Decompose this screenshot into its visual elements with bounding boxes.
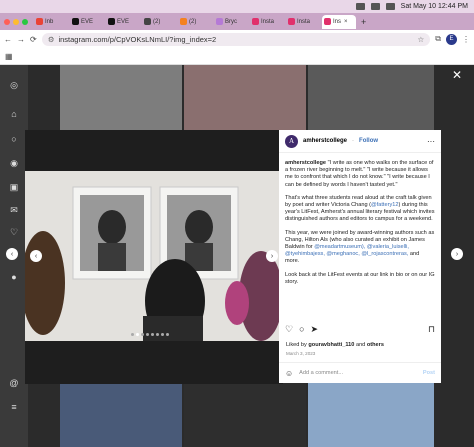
instagram-logo-icon[interactable]: ◎ <box>9 80 19 90</box>
grid-thumb[interactable] <box>60 65 182 130</box>
follow-button[interactable]: Follow <box>359 138 378 144</box>
tab-4[interactable]: (2) <box>178 15 212 29</box>
minimize-window-icon[interactable] <box>13 18 19 25</box>
browser-window: Sat May 10 12:44 PM Inb EVE EVE (2) (2) … <box>0 0 474 447</box>
close-icon[interactable]: ✕ <box>452 69 462 81</box>
instagram-icon <box>324 18 331 25</box>
post-username[interactable]: amherstcollege <box>303 138 347 144</box>
share-icon[interactable]: ➤ <box>311 324 319 335</box>
post-details-panel: A amherstcollege · Follow ··· amherstcol… <box>279 130 441 383</box>
reels-icon[interactable]: ▣ <box>9 182 19 192</box>
instagram-icon <box>252 18 259 25</box>
clock-text[interactable]: Sat May 10 12:44 PM <box>401 3 468 10</box>
save-bookmark-icon[interactable]: ⊓ <box>428 324 435 335</box>
explore-icon[interactable]: ◉ <box>9 158 19 168</box>
tab-0[interactable]: Inb <box>34 15 68 29</box>
mac-menu-bar: Sat May 10 12:44 PM <box>0 0 474 13</box>
instagram-icon <box>288 18 295 25</box>
carousel-indicator <box>131 333 169 336</box>
wifi-icon[interactable] <box>370 3 380 10</box>
next-post-button[interactable]: › <box>451 248 463 260</box>
avatar[interactable]: A <box>285 134 298 148</box>
caption-paragraph: amherstcollege "I write as one who walks… <box>285 160 435 189</box>
menu-icon[interactable]: ⋮ <box>462 35 470 44</box>
liker-username[interactable]: gouravbhatti_110 <box>308 342 354 348</box>
reload-icon[interactable]: ⟳ <box>30 35 37 44</box>
chevron-right-icon[interactable]: › <box>266 250 278 262</box>
extensions-icon[interactable]: ⧉ <box>435 34 441 44</box>
post-header: A amherstcollege · Follow ··· <box>279 130 441 153</box>
gallery-photo-illustration <box>25 171 283 341</box>
site-icon <box>216 18 223 25</box>
grid-thumb[interactable] <box>308 65 434 130</box>
new-tab-icon[interactable]: + <box>361 17 366 27</box>
bookmarks-bar: ▦ <box>0 48 474 65</box>
address-bar[interactable]: ⚙ instagram.com/p/CpVOKsLNmLI/?img_index… <box>41 32 431 46</box>
forward-icon[interactable]: → <box>17 35 25 44</box>
caption-paragraph: Look back at the LitFest events at our l… <box>285 271 435 285</box>
tab-3[interactable]: (2) <box>142 15 176 29</box>
caption-paragraph: That's what three students read aloud at… <box>285 194 435 223</box>
x-icon <box>108 18 115 25</box>
x-icon <box>72 18 79 25</box>
tab-5[interactable]: Bryc <box>214 15 248 29</box>
others-link[interactable]: others <box>367 342 384 348</box>
notifications-icon[interactable]: ♡ <box>9 227 19 237</box>
grid-thumb[interactable] <box>184 65 306 130</box>
app-icon <box>144 18 151 25</box>
prev-post-button[interactable]: ‹ <box>6 248 18 260</box>
profile-avatar[interactable]: E <box>446 33 457 45</box>
battery-icon[interactable] <box>385 3 395 10</box>
tab-6[interactable]: Insta <box>250 15 284 29</box>
post-date: March 3, 2023 <box>286 351 316 356</box>
gmail-icon <box>36 18 43 25</box>
comment-icon[interactable]: ○ <box>299 324 304 335</box>
chevron-left-icon[interactable]: ‹ <box>30 250 42 262</box>
grid-thumb[interactable] <box>60 383 182 447</box>
zoom-window-icon[interactable] <box>22 18 28 25</box>
caption-username[interactable]: amherstcollege <box>285 160 326 166</box>
search-icon[interactable]: ○ <box>9 134 19 144</box>
tab-2[interactable]: EVE <box>106 15 140 29</box>
likes-line: Liked by gouravbhatti_110 and others <box>286 342 384 348</box>
browser-toolbar: ← → ⟳ ⚙ instagram.com/p/CpVOKsLNmLI/?img… <box>0 30 474 48</box>
post-photo[interactable]: ‹ › <box>25 171 283 341</box>
grid-thumb[interactable] <box>184 383 306 447</box>
apps-grid-icon[interactable]: ▦ <box>5 52 13 61</box>
back-icon[interactable]: ← <box>4 35 12 44</box>
close-tab-icon[interactable]: × <box>344 19 348 25</box>
profile-icon[interactable]: ● <box>9 272 19 282</box>
reddit-icon <box>180 18 187 25</box>
post-comment-button[interactable]: Post <box>423 370 435 376</box>
grid-thumb[interactable] <box>308 383 434 447</box>
post-caption: amherstcollege "I write as one who walks… <box>285 160 435 328</box>
site-info-icon[interactable]: ⚙ <box>48 35 55 44</box>
mention-link[interactable]: @fattery12 <box>371 202 398 208</box>
tab-strip: Inb EVE EVE (2) (2) Bryc Insta Insta Ins… <box>0 13 474 30</box>
caption-paragraph: This year, we were joined by award-winni… <box>285 229 435 265</box>
post-actions: ♡ ○ ➤ ⊓ <box>285 324 435 335</box>
more-options-icon[interactable]: ··· <box>427 137 435 146</box>
close-window-icon[interactable] <box>4 18 10 25</box>
home-icon[interactable]: ⌂ <box>9 109 19 119</box>
tab-7[interactable]: Insta <box>286 15 320 29</box>
tab-8-active[interactable]: Ins × <box>322 14 356 29</box>
window-controls <box>4 18 28 25</box>
more-menu-icon[interactable]: ≡ <box>9 402 19 412</box>
like-heart-icon[interactable]: ♡ <box>285 324 293 335</box>
url-text[interactable]: instagram.com/p/CpVOKsLNmLI/?img_index=2 <box>58 35 216 44</box>
messages-icon[interactable]: ✉ <box>9 205 19 215</box>
tab-1[interactable]: EVE <box>70 15 104 29</box>
post-media-area: ‹ › <box>25 130 283 384</box>
threads-icon[interactable]: @ <box>9 378 19 388</box>
comment-input[interactable]: Add a comment... <box>299 370 343 376</box>
control-center-icon[interactable] <box>355 3 365 10</box>
comment-bar: ☺ Add a comment... Post <box>279 362 441 383</box>
emoji-icon[interactable]: ☺ <box>285 369 293 378</box>
bookmark-star-icon[interactable]: ☆ <box>418 35 425 44</box>
